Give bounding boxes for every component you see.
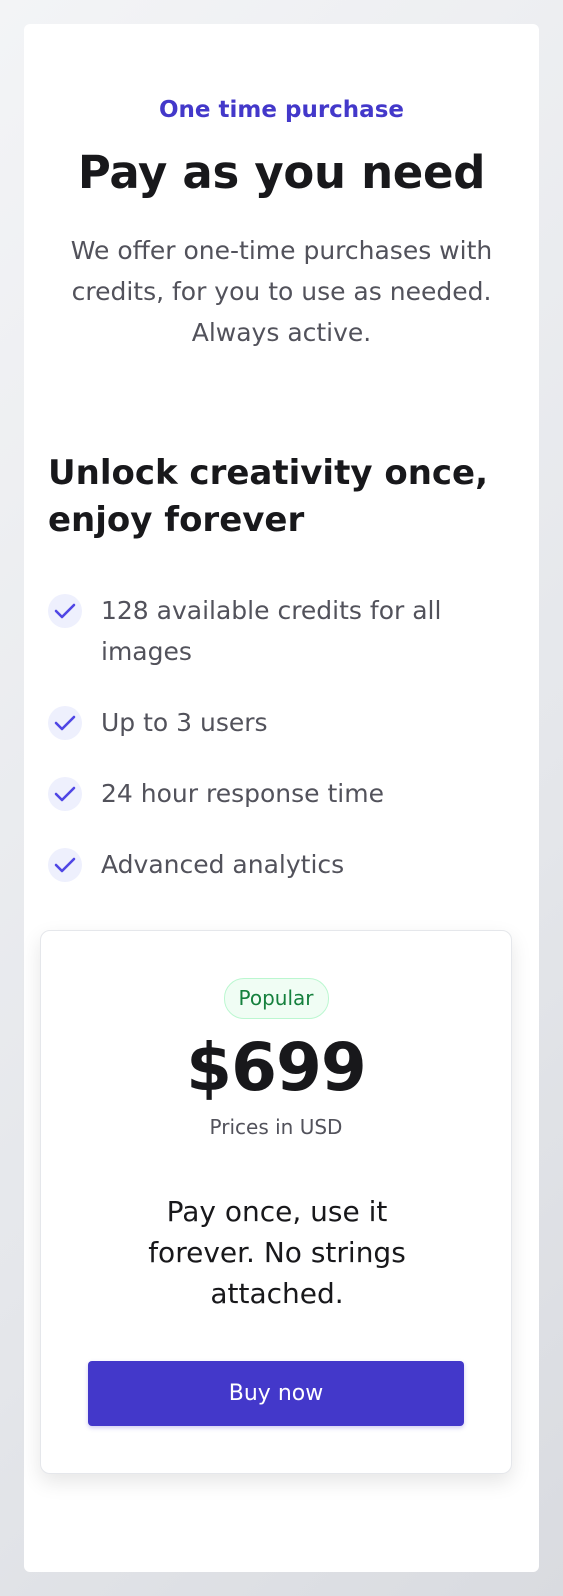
badge-wrapper: Popular — [41, 978, 511, 1019]
check-icon — [48, 777, 82, 811]
feature-item: Up to 3 users — [48, 702, 488, 743]
feature-item: 24 hour response time — [48, 773, 488, 814]
feature-item: 128 available credits for all images — [48, 590, 488, 672]
pricing-card: One time purchase Pay as you need We off… — [24, 24, 539, 1572]
feature-item: Advanced analytics — [48, 844, 488, 885]
feature-label: Up to 3 users — [101, 708, 268, 737]
feature-label: Advanced analytics — [101, 850, 345, 879]
intro-description: We offer one-time purchases with credits… — [70, 236, 493, 347]
popular-badge: Popular — [223, 978, 329, 1019]
feature-label: 128 available credits for all images — [101, 596, 442, 666]
eyebrow-label: One time purchase — [159, 97, 404, 123]
page-title: Pay as you need — [77, 146, 486, 199]
price-amount: $699 — [186, 1029, 367, 1106]
features-title: Unlock creativity once, enjoy forever — [48, 453, 489, 540]
feature-label: 24 hour response time — [101, 779, 384, 808]
currency-note: Prices in USD — [209, 1115, 343, 1139]
buy-now-button[interactable]: Buy now — [88, 1361, 464, 1426]
price-box: Popular $699 Prices in USD Pay once, use… — [40, 930, 512, 1474]
feature-list: 128 available credits for all images Up … — [48, 590, 488, 915]
check-icon — [48, 848, 82, 882]
price-tagline: Pay once, use it forever. No strings att… — [148, 1195, 406, 1310]
check-icon — [48, 706, 82, 740]
check-icon — [48, 594, 82, 628]
